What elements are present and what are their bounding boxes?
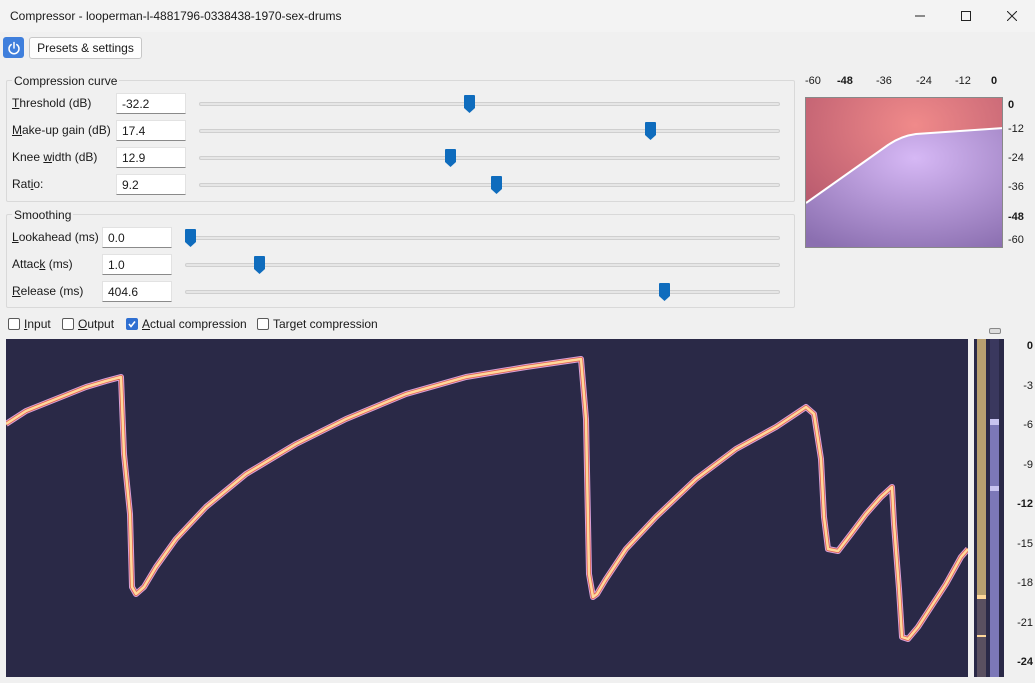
- checkbox-label-2: Actual compression: [142, 317, 247, 331]
- close-icon: [1007, 11, 1017, 21]
- presets-settings-button[interactable]: Presets & settings: [29, 37, 142, 59]
- compression-slider-track-2[interactable]: [199, 156, 780, 160]
- minimize-button[interactable]: [897, 0, 943, 32]
- checkbox-0[interactable]: Input: [8, 317, 51, 331]
- smoothing-label-1: Attack (ms): [12, 257, 73, 271]
- maximize-icon: [961, 11, 971, 21]
- checkbox-box[interactable]: [62, 318, 74, 330]
- compression-slider-thumb-2[interactable]: [444, 149, 456, 167]
- meter-scale-label-3: -9: [1023, 458, 1033, 471]
- close-button[interactable]: [989, 0, 1035, 32]
- curve-y-tick-5: -60: [1008, 234, 1024, 246]
- curve-x-tick-4: -12: [955, 75, 971, 87]
- smoothing-slider-track-1[interactable]: [185, 263, 780, 267]
- curve-y-tick-3: -36: [1008, 181, 1024, 193]
- curve-x-tick-0: -60: [805, 75, 821, 87]
- smoothing-slider-track-0[interactable]: [185, 236, 780, 240]
- meter-scale-label-4: -12: [1017, 498, 1033, 510]
- power-button[interactable]: [3, 37, 24, 58]
- window-title: Compressor - looperman-l-4881796-0338438…: [10, 9, 342, 23]
- meter-toggle-button[interactable]: [989, 328, 1001, 334]
- compression-slider-thumb-0[interactable]: [464, 95, 476, 113]
- meter-scale-label-5: -15: [1017, 537, 1033, 550]
- meter-scale-label-6: -18: [1017, 577, 1033, 589]
- smoothing-slider-thumb-2[interactable]: [659, 283, 671, 301]
- compression-slider-track-1[interactable]: [199, 129, 780, 133]
- curve-x-tick-3: -24: [916, 75, 932, 87]
- curve-x-tick-1: -48: [837, 75, 853, 87]
- meter-scale-label-2: -6: [1023, 419, 1033, 431]
- meter-scale-label-0: 0: [1026, 340, 1033, 352]
- checkmark-icon[interactable]: [126, 318, 138, 330]
- smoothing-title: Smoothing: [12, 208, 74, 222]
- smoothing-slider-thumb-1[interactable]: [253, 256, 265, 274]
- maximize-button[interactable]: [943, 0, 989, 32]
- smoothing-slider-thumb-0[interactable]: [185, 229, 196, 247]
- compression-slider-thumb-3[interactable]: [491, 176, 503, 194]
- meter-scale-label-1: -3: [1023, 379, 1033, 392]
- compression-label-2: Knee width (dB): [12, 150, 98, 164]
- checkbox-1[interactable]: Output: [62, 317, 114, 331]
- compression-value-field-3[interactable]: 9.2: [116, 174, 186, 195]
- checkbox-label-3: Target compression: [273, 317, 378, 331]
- checkbox-box[interactable]: [8, 318, 20, 330]
- curve-y-tick-0: 0: [1008, 99, 1015, 111]
- checkbox-label-0: Input: [24, 317, 51, 331]
- curve-y-tick-1: -12: [1008, 123, 1024, 135]
- compression-label-1: Make-up gain (dB): [12, 123, 111, 137]
- smoothing-value-field-2[interactable]: 404.6: [102, 281, 172, 302]
- curve-x-tick-5: 0: [991, 75, 998, 87]
- compression-curve-title: Compression curve: [12, 74, 120, 88]
- compression-plot: [4, 339, 971, 677]
- compression-slider-track-0[interactable]: [199, 102, 780, 106]
- smoothing-value-field-1[interactable]: 1.0: [102, 254, 172, 275]
- checkbox-3[interactable]: Target compression: [257, 317, 378, 331]
- compression-slider-track-3[interactable]: [199, 183, 780, 187]
- meter-scale: 0 -3 -6 -9 -12 -15 -18 -21 -24: [1004, 339, 1035, 677]
- level-meter: [974, 339, 1004, 677]
- compression-label-3: Ratio:: [12, 177, 44, 191]
- smoothing-slider-track-2[interactable]: [185, 290, 780, 294]
- power-icon: [7, 41, 20, 54]
- meter-scale-label-8: -24: [1017, 656, 1033, 668]
- smoothing-value-field-0[interactable]: 0.0: [102, 227, 172, 248]
- checkbox-label-1: Output: [78, 317, 115, 331]
- curve-y-tick-4: -48: [1008, 211, 1024, 223]
- curve-y-tick-2: -24: [1008, 152, 1024, 164]
- minimize-icon: [915, 15, 925, 17]
- compression-slider-thumb-1[interactable]: [645, 122, 657, 140]
- compression-label-0: Threshold (dB): [12, 96, 92, 110]
- meter-scale-label-7: -21: [1017, 616, 1033, 629]
- checkbox-2[interactable]: Actual compression: [126, 317, 247, 331]
- compression-value-field-1[interactable]: 17.4: [116, 120, 186, 141]
- title-bar: Compressor - looperman-l-4881796-0338438…: [0, 0, 1035, 32]
- compression-value-field-2[interactable]: 12.9: [116, 147, 186, 168]
- compression-value-field-0[interactable]: -32.2: [116, 93, 186, 114]
- curve-x-tick-2: -36: [876, 75, 892, 87]
- smoothing-label-0: Lookahead (ms): [12, 230, 99, 244]
- compression-curve-graph: [805, 97, 1003, 248]
- checkbox-box[interactable]: [257, 318, 269, 330]
- smoothing-label-2: Release (ms): [12, 284, 84, 298]
